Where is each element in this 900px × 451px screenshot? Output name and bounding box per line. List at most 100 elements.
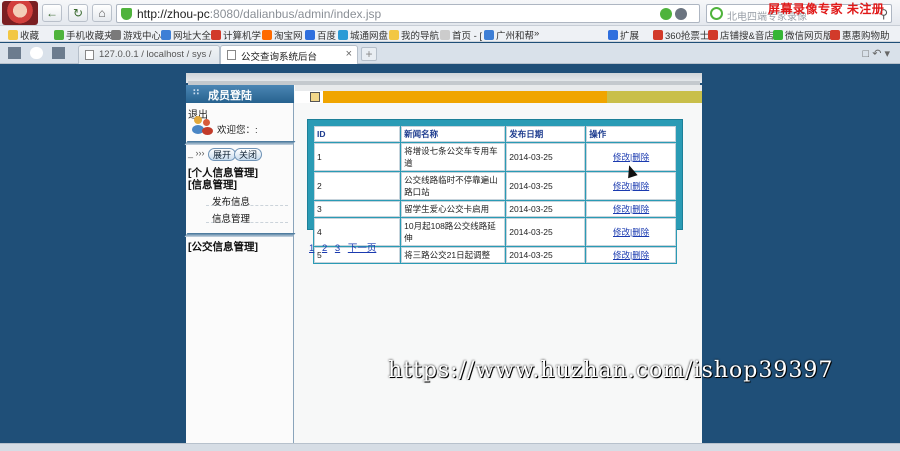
compat-mode-icon[interactable]	[675, 8, 687, 20]
recorder-watermark: 屏幕录像专家 未注册	[768, 2, 885, 16]
col-header-date: 发布日期	[506, 126, 586, 142]
table-row: 2 公交线路临时不停靠遍山路口站 2014-03-25 修改|删除	[314, 172, 676, 200]
cell-date: 2014-03-25	[506, 201, 586, 217]
refresh-small-icon[interactable]	[660, 8, 672, 20]
cell-id: 2	[314, 172, 401, 200]
page-link-2[interactable]: 2	[322, 243, 327, 254]
page-icon	[85, 50, 94, 60]
page-link-3[interactable]: 3	[335, 243, 340, 254]
more-favorites[interactable]: »	[534, 28, 539, 39]
main-content: ID 新闻名称 发布日期 操作 1 将增设七条公交车专用车道 2014-03-2…	[295, 85, 702, 443]
user-avatar[interactable]	[2, 1, 38, 25]
address-bar[interactable]: http://zhou-pc:8080/dalianbus/admin/inde…	[116, 4, 700, 23]
document-icon	[310, 92, 320, 102]
cell-date: 2014-03-25	[506, 172, 586, 200]
favorite-item[interactable]: 城通网盘	[338, 28, 388, 41]
status-bar	[0, 443, 900, 451]
favorite-item[interactable]: 首页 - [	[440, 28, 482, 41]
header-right-cap	[607, 91, 702, 103]
next-page-link[interactable]: 下一页	[348, 243, 377, 254]
page-icon	[227, 50, 236, 60]
cloud-icon[interactable]	[30, 47, 43, 59]
users-icon	[192, 115, 214, 135]
favorite-item[interactable]: 店铺搜&音店	[708, 28, 774, 41]
browser-toolbar: ← ↻ ⌂ http://zhou-pc:8080/dalianbus/admi…	[0, 0, 900, 26]
nav-info-list[interactable]: 信息管理	[206, 209, 288, 225]
col-header-id: ID	[314, 126, 401, 142]
sidebar-title: 成员登陆	[208, 90, 252, 102]
tab-localhost-sys[interactable]: 127.0.0.1 / localhost / sys /	[78, 45, 220, 64]
tab-label: 公交查询系统后台	[241, 52, 318, 63]
cell-title: 留学生爱心公交卡启用	[401, 201, 506, 217]
cell-id: 3	[314, 201, 401, 217]
new-tab-button[interactable]: +	[361, 47, 377, 61]
favorite-item[interactable]: 我的导航	[389, 28, 439, 41]
header-left-cap	[295, 91, 323, 103]
window-controls[interactable]: □ ↶ ▾	[863, 47, 891, 60]
nav-info-manage[interactable]: [信息管理]	[188, 177, 237, 192]
nav-bus-info[interactable]: [公交信息管理]	[188, 239, 258, 254]
table-row: 3 留学生爱心公交卡启用 2014-03-25 修改|删除	[314, 201, 676, 217]
sidebar-toggle-icon[interactable]	[8, 47, 21, 59]
divider	[184, 233, 296, 237]
favorites-bar: 收藏 手机收藏夹 游戏中心 网址大全 计算机学 淘宝网 百度 城通网盘 我的导航…	[0, 26, 900, 42]
collapse-button[interactable]: 关闭	[234, 148, 263, 161]
url-path: :8080/dalianbus/admin/index.jsp	[209, 7, 382, 21]
close-tab-icon[interactable]: ×	[346, 48, 352, 60]
security-shield-icon	[121, 8, 132, 20]
tab-label: 127.0.0.1 / localhost / sys /	[99, 49, 212, 60]
cell-title: 10月起108路公交线路延伸	[401, 218, 506, 246]
content-header-band	[295, 91, 702, 103]
grip-icon: ∷	[193, 87, 200, 97]
favorite-item[interactable]: 游戏中心	[111, 28, 161, 41]
edit-delete-link[interactable]: 修改|删除	[613, 227, 649, 237]
favorite-item[interactable]: 广州和帮	[484, 28, 534, 41]
table-header-row: ID 新闻名称 发布日期 操作	[314, 126, 676, 142]
sidebar-header: ∷ 成员登陆	[186, 85, 294, 103]
cell-title: 将增设七条公交车专用车道	[401, 143, 506, 171]
favorite-item[interactable]: 360抢票士	[653, 28, 709, 41]
edit-delete-link[interactable]: 修改|删除	[613, 204, 649, 214]
menu-expander-arrows: _ ›››	[188, 148, 205, 158]
favorite-item[interactable]: 百度	[305, 28, 336, 41]
cell-title: 将三路公交21日起调整	[401, 247, 506, 263]
tab-bar: 127.0.0.1 / localhost / sys / 公交查询系统后台 ×…	[0, 43, 900, 64]
favorite-item[interactable]: 淘宝网	[262, 28, 303, 41]
menu-icon[interactable]	[52, 47, 65, 59]
col-header-title: 新闻名称	[401, 126, 506, 142]
favorite-item[interactable]: 计算机学	[211, 28, 261, 41]
edit-delete-link[interactable]: 修改|删除	[613, 250, 649, 260]
favorite-item[interactable]: 网址大全	[161, 28, 211, 41]
divider	[184, 141, 296, 145]
url-host: http://zhou-pc	[137, 7, 210, 21]
admin-frame: ∷ 成员登陆 退出 欢迎您：: _ ››› 展开 关闭 [个人信息管理] [信息…	[184, 85, 702, 443]
cell-action: 修改|删除	[586, 201, 676, 217]
page-link-1[interactable]: 1	[309, 243, 314, 254]
tab-bus-admin[interactable]: 公交查询系统后台 ×	[220, 45, 358, 64]
left-sidebar: ∷ 成员登陆 退出 欢迎您：: _ ››› 展开 关闭 [个人信息管理] [信息…	[184, 85, 296, 443]
star-icon	[8, 30, 18, 40]
favorite-item[interactable]: 惠惠购物助	[830, 28, 890, 41]
refresh-icon[interactable]: ↻	[68, 4, 88, 22]
col-header-action: 操作	[586, 126, 676, 142]
cell-action: 修改|删除	[586, 247, 676, 263]
address-bar-url[interactable]: http://zhou-pc:8080/dalianbus/admin/inde…	[137, 7, 381, 21]
back-arrow-icon[interactable]: ←	[42, 4, 62, 22]
favorite-item[interactable]: 手机收藏夹	[54, 28, 114, 41]
home-icon[interactable]: ⌂	[92, 4, 112, 22]
favorite-item[interactable]: 收藏	[8, 28, 39, 41]
nav-publish-info[interactable]: 发布信息	[206, 192, 288, 208]
cell-date: 2014-03-25	[506, 143, 586, 171]
cell-title: 公交线路临时不停靠遍山路口站	[401, 172, 506, 200]
edit-delete-link[interactable]: 修改|删除	[613, 181, 649, 191]
cell-date: 2014-03-25	[506, 247, 586, 263]
favorite-item[interactable]: 微信网页版	[773, 28, 833, 41]
cell-id: 1	[314, 143, 401, 171]
page-body: ∷ 成员登陆 退出 欢迎您：: _ ››› 展开 关闭 [个人信息管理] [信息…	[0, 65, 900, 451]
cell-date: 2014-03-25	[506, 218, 586, 246]
edit-delete-link[interactable]: 修改|删除	[613, 152, 649, 162]
favorite-item[interactable]: 扩展	[608, 28, 639, 41]
cell-action: 修改|删除	[586, 218, 676, 246]
expand-button[interactable]: 展开	[208, 148, 237, 161]
welcome-text: 欢迎您：:	[217, 125, 258, 136]
